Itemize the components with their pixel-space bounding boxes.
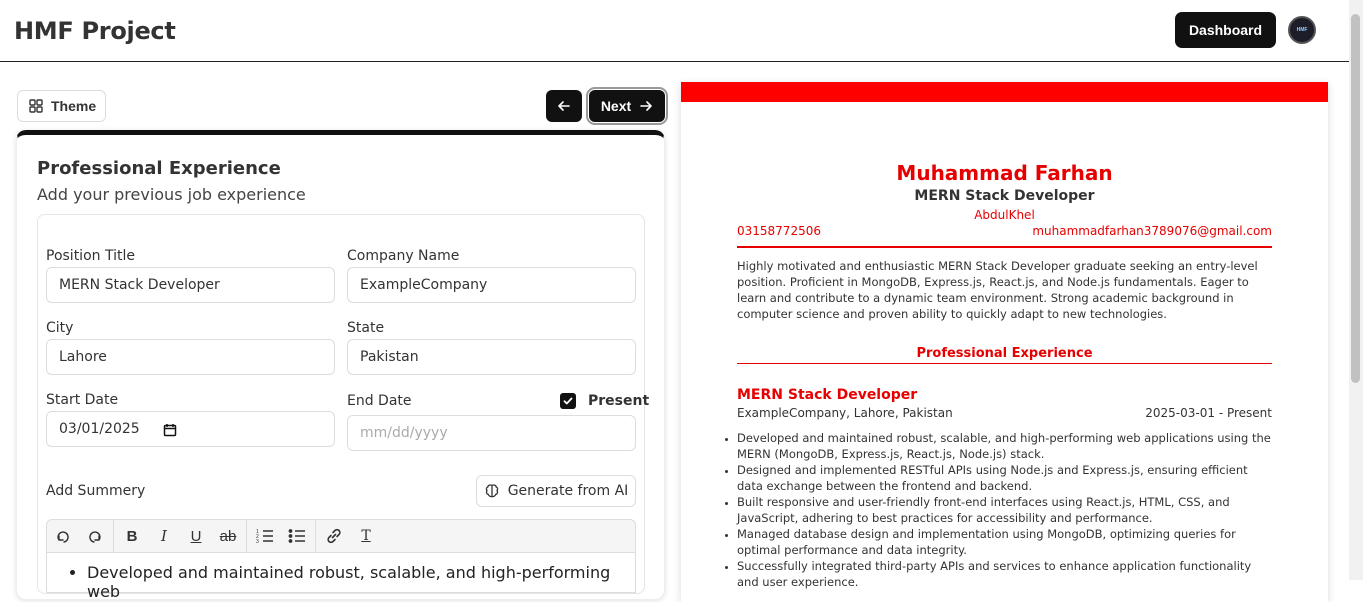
arrow-left-icon: [558, 101, 570, 111]
summary-label: Add Summery: [46, 483, 146, 499]
resume-job-title: MERN Stack Developer: [914, 188, 1095, 204]
resume-email: muhammadfarhan3789076@gmail.com: [1032, 224, 1272, 238]
position-label: Position Title: [46, 248, 135, 264]
theme-button[interactable]: Theme: [17, 90, 106, 122]
svg-text:3: 3: [256, 539, 259, 544]
editor-toolbar: B I U ab 123 T: [46, 519, 636, 553]
summary-editor[interactable]: Developed and maintained robust, scalabl…: [46, 553, 636, 601]
underline-button[interactable]: U: [180, 519, 212, 553]
company-input[interactable]: ExampleCompany: [347, 267, 636, 303]
previous-button[interactable]: [546, 90, 582, 122]
end-date-label: End Date: [347, 393, 412, 409]
bold-button[interactable]: B: [116, 519, 148, 553]
resume-name: Muhammad Farhan: [896, 161, 1113, 185]
resume-bullet: Managed database design and implementati…: [737, 526, 1272, 558]
strikethrough-button[interactable]: ab: [212, 519, 244, 553]
state-input[interactable]: Pakistan: [347, 339, 636, 375]
present-label: Present: [588, 393, 650, 409]
theme-label: Theme: [51, 98, 97, 114]
resume-bullet: Built responsive and user-friendly front…: [737, 494, 1272, 526]
link-icon: [327, 528, 341, 544]
ordered-list-button[interactable]: 123: [249, 519, 281, 553]
resume-experience-title: MERN Stack Developer: [737, 387, 918, 403]
toolbar-divider: [246, 519, 247, 553]
link-button[interactable]: [318, 519, 350, 553]
resume-bullet: Developed and maintained robust, scalabl…: [737, 430, 1272, 462]
redo-button[interactable]: [79, 519, 111, 553]
resume-summary: Highly motivated and enthusiastic MERN S…: [737, 259, 1258, 321]
next-button[interactable]: Next: [586, 87, 668, 125]
next-label: Next: [600, 98, 632, 114]
generate-ai-button[interactable]: Generate from AI: [476, 475, 636, 507]
start-date-value: 03/01/2025: [59, 421, 140, 437]
company-label: Company Name: [347, 248, 460, 264]
dashboard-button[interactable]: Dashboard: [1175, 12, 1276, 48]
redo-icon: [89, 531, 101, 543]
avatar-text: HMF: [1296, 27, 1308, 33]
resume-bullet: Designed and implemented RESTful APIs us…: [737, 462, 1272, 494]
generate-ai-label: Generate from AI: [507, 483, 629, 499]
state-label: State: [347, 320, 385, 336]
brain-icon: [485, 484, 498, 498]
position-input[interactable]: MERN Stack Developer: [46, 267, 335, 303]
calendar-icon[interactable]: [163, 423, 177, 437]
resume-address: AbdulKhel: [974, 208, 1035, 222]
check-icon: [563, 397, 573, 405]
resume-accent-bar: [681, 82, 1328, 102]
resume-experience-bullets: Developed and maintained robust, scalabl…: [737, 430, 1272, 590]
start-date-input[interactable]: 03/01/2025: [46, 411, 335, 447]
resume-section-divider: [737, 363, 1272, 364]
start-date-label: Start Date: [46, 392, 119, 408]
ordered-list-icon: 123: [256, 529, 273, 544]
city-label: City: [46, 320, 74, 336]
toolbar-divider: [315, 519, 316, 553]
city-input[interactable]: Lahore: [46, 339, 335, 375]
grid-icon: [29, 99, 43, 113]
resume-bullet: Successfully integrated third-party APIs…: [737, 558, 1272, 590]
form-subtitle: Add your previous job experience: [37, 185, 306, 204]
bullet-list-icon: [288, 529, 305, 543]
undo-icon: [57, 531, 69, 543]
top-navbar: HMF Project Dashboard HMF: [0, 0, 1363, 62]
toolbar-divider: [113, 519, 114, 553]
form-title: Professional Experience: [37, 158, 281, 179]
editor-bullet: Developed and maintained robust, scalabl…: [87, 563, 635, 601]
resume-section-title: Professional Experience: [916, 346, 1093, 361]
bullet-list-button[interactable]: [281, 519, 313, 553]
end-date-input[interactable]: mm/dd/yyyy: [347, 415, 636, 451]
italic-button[interactable]: I: [148, 519, 180, 553]
undo-button[interactable]: [47, 519, 79, 553]
resume-experience-company: ExampleCompany, Lahore, Pakistan: [737, 406, 953, 420]
resume-experience-dates: 2025-03-01 - Present: [1145, 406, 1272, 420]
page-scrollbar-thumb[interactable]: [1351, 14, 1360, 383]
present-checkbox[interactable]: [560, 393, 576, 409]
resume-divider: [737, 246, 1272, 248]
clear-format-button[interactable]: T: [350, 519, 382, 553]
brand-title[interactable]: HMF Project: [14, 17, 176, 45]
avatar[interactable]: HMF: [1288, 16, 1316, 44]
resume-phone: 03158772506: [737, 224, 821, 238]
arrow-right-icon: [640, 101, 652, 111]
